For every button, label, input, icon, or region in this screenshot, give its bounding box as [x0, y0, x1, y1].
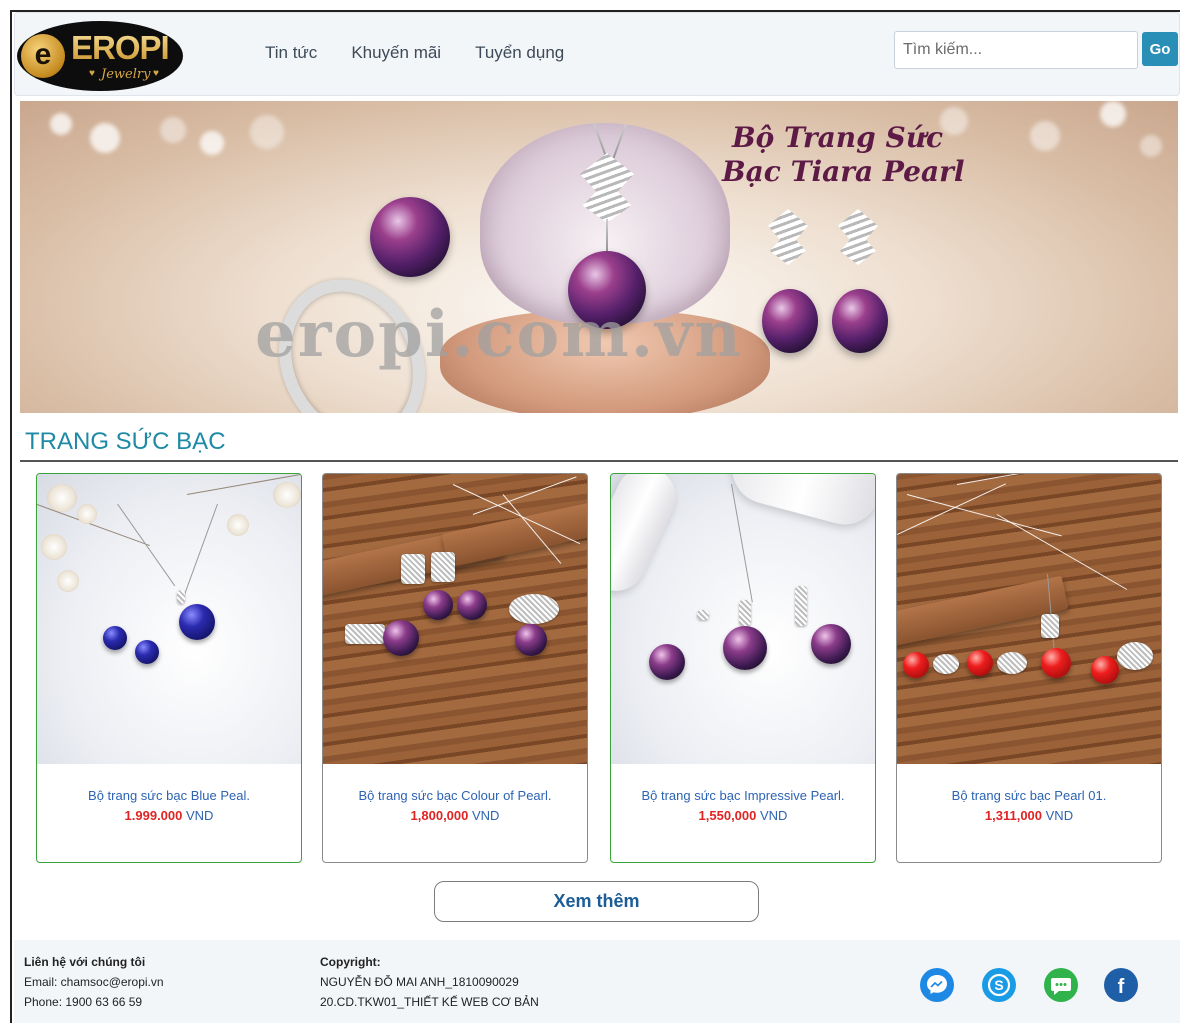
banner-title-line1: Bộ Trang Sức	[732, 121, 944, 154]
main-nav: Tin tức Khuyến mãi Tuyển dụng	[265, 43, 564, 63]
banner-title: Bộ Trang Sức Bạc Tiara Pearl	[722, 121, 965, 189]
product-card[interactable]: Bộ trang sức bạc Blue Peal. 1.999.000 VN…	[36, 473, 302, 863]
product-price: 1,800,000	[410, 808, 469, 823]
header: e EROPI ♥ Jewelry ♥ Tin tức Khuyến mãi T…	[14, 12, 1180, 96]
product-card[interactable]: Bộ trang sức bạc Colour of Pearl. 1,800,…	[322, 473, 588, 863]
svg-text:S: S	[994, 977, 1003, 993]
product-currency: VND	[1045, 808, 1074, 823]
hero-banner[interactable]: Bộ Trang Sức Bạc Tiara Pearl eropi.com.v…	[20, 101, 1178, 413]
see-more-button[interactable]: Xem thêm	[434, 881, 759, 922]
nav-item-promotions[interactable]: Khuyến mãi	[351, 43, 441, 63]
product-price: 1,550,000	[698, 808, 757, 823]
skype-icon[interactable]: S	[982, 968, 1016, 1002]
messenger-icon[interactable]	[920, 968, 954, 1002]
product-price-row: 1,311,000 VND	[897, 808, 1161, 823]
footer: Liên hệ với chúng tôi Email: chamsoc@ero…	[14, 940, 1180, 1023]
product-currency: VND	[472, 808, 500, 823]
product-image[interactable]	[611, 474, 875, 764]
logo-brand: EROPI	[71, 29, 170, 66]
copyright-heading: Copyright:	[320, 955, 381, 969]
product-name[interactable]: Bộ trang sức bạc Impressive Pearl.	[611, 788, 875, 803]
product-price: 1,311,000	[984, 808, 1043, 823]
product-card[interactable]: Bộ trang sức bạc Impressive Pearl. 1,550…	[610, 473, 876, 863]
contact-phone[interactable]: Phone: 1900 63 66 59	[24, 992, 164, 1012]
banner-title-line2: Bạc Tiara Pearl	[722, 155, 965, 188]
product-currency: VND	[186, 808, 214, 823]
contact-heading: Liên hệ với chúng tôi	[24, 955, 146, 969]
search-input[interactable]	[894, 31, 1138, 69]
facebook-icon[interactable]: f	[1104, 968, 1138, 1002]
footer-contact: Liên hệ với chúng tôi Email: chamsoc@ero…	[24, 952, 164, 1012]
chat-icon[interactable]	[1044, 968, 1078, 1002]
eropi-logo-icon[interactable]: e EROPI ♥ Jewelry ♥	[17, 21, 183, 91]
footer-copyright: Copyright: NGUYỄN ĐỖ MAI ANH_1810090029 …	[320, 952, 539, 1012]
copyright-line2: 20.CD.TKW01_THIẾT KẾ WEB CƠ BẢN	[320, 995, 539, 1009]
product-name[interactable]: Bộ trang sức bạc Pearl 01.	[897, 788, 1161, 803]
product-card[interactable]: Bộ trang sức bạc Pearl 01. 1,311,000 VND	[896, 473, 1162, 863]
product-price-row: 1,800,000 VND	[323, 808, 587, 823]
product-price: 1.999.000	[124, 808, 183, 823]
product-image[interactable]	[37, 474, 301, 764]
ring-pearl	[370, 197, 450, 277]
product-price-row: 1.999.000 VND	[37, 808, 301, 823]
watermark: eropi.com.vn	[255, 297, 743, 372]
product-name[interactable]: Bộ trang sức bạc Colour of Pearl.	[323, 788, 587, 803]
section-divider	[20, 460, 1178, 462]
section-title: TRANG SỨC BẠC	[25, 428, 226, 455]
product-image[interactable]	[323, 474, 587, 764]
product-currency: VND	[760, 808, 788, 823]
svg-text:f: f	[1118, 976, 1125, 998]
product-name[interactable]: Bộ trang sức bạc Blue Peal.	[37, 788, 301, 803]
contact-email[interactable]: Email: chamsoc@eropi.vn	[24, 972, 164, 992]
nav-item-news[interactable]: Tin tức	[265, 43, 317, 63]
search-go-button[interactable]: Go	[1142, 32, 1178, 66]
copyright-line1: NGUYỄN ĐỖ MAI ANH_1810090029	[320, 975, 519, 989]
earring-left-image	[768, 209, 808, 265]
product-price-row: 1,550,000 VND	[611, 808, 875, 823]
nav-item-careers[interactable]: Tuyển dụng	[475, 43, 564, 63]
logo-tagline: Jewelry	[101, 67, 151, 82]
earring-right-image	[838, 209, 878, 265]
product-image[interactable]	[897, 474, 1161, 764]
